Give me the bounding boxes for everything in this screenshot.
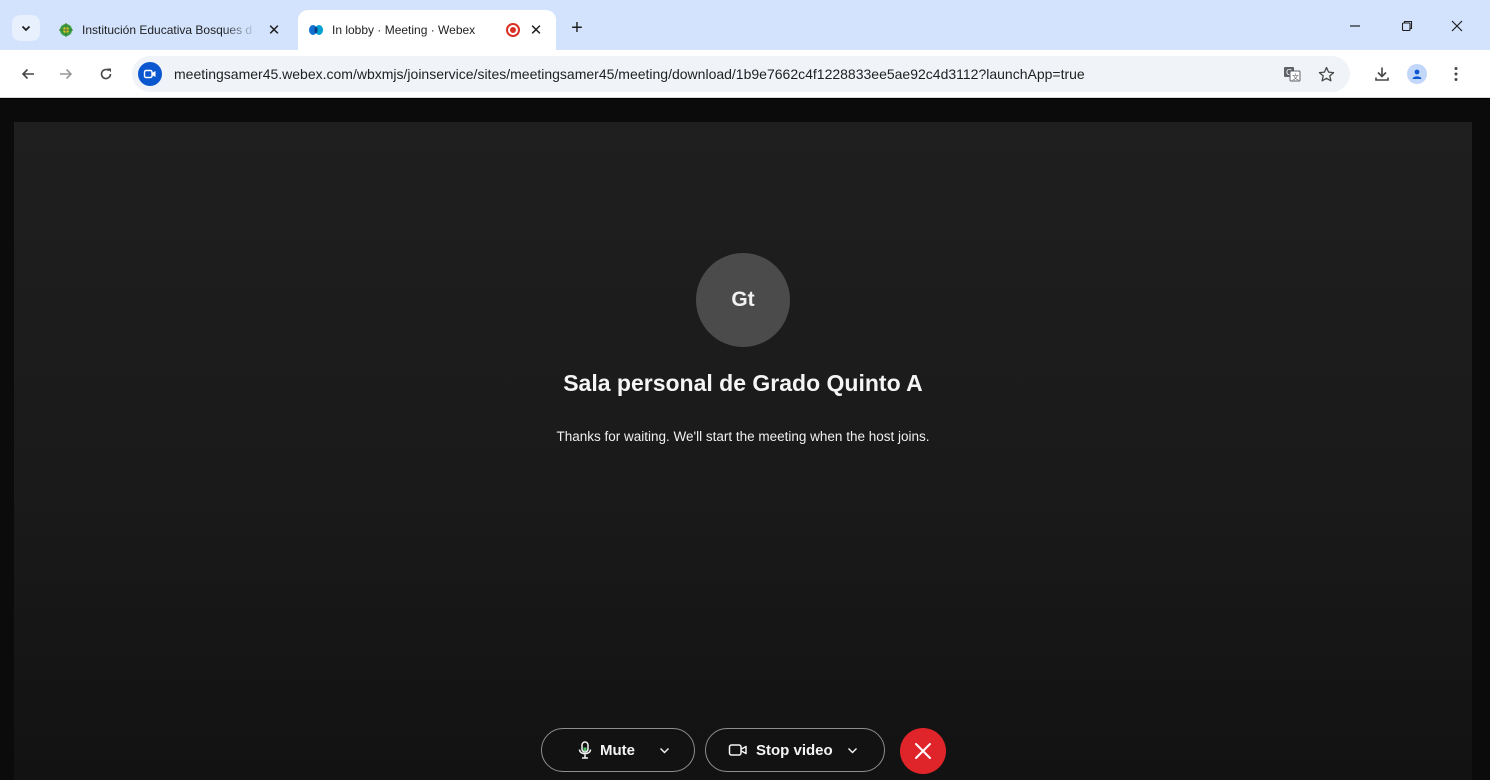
browser-toolbar: meetingsamer45.webex.com/wbxmjs/joinserv… <box>0 50 1490 98</box>
close-tab-icon[interactable]: ✕ <box>264 20 284 40</box>
close-tab-icon[interactable]: ✕ <box>526 20 546 40</box>
video-stage <box>14 122 1472 780</box>
stop-video-button[interactable]: Stop video <box>705 728 885 772</box>
address-bar[interactable]: meetingsamer45.webex.com/wbxmjs/joinserv… <box>132 56 1350 92</box>
chevron-down-icon[interactable] <box>659 745 670 756</box>
chevron-down-icon[interactable] <box>847 745 858 756</box>
leave-meeting-button[interactable] <box>900 728 946 774</box>
avatar: Gt <box>696 253 790 347</box>
translate-icon[interactable]: G文 <box>1282 64 1302 84</box>
minimize-icon[interactable] <box>1340 14 1370 38</box>
reload-icon[interactable] <box>94 62 118 86</box>
stop-video-label: Stop video <box>756 741 833 759</box>
mute-label: Mute <box>600 741 635 759</box>
webex-icon <box>308 22 324 38</box>
restore-icon[interactable] <box>1392 14 1422 38</box>
bookmark-star-icon[interactable] <box>1316 64 1336 84</box>
tab-strip: Institución Educativa Bosques d ✕ In lob… <box>0 0 1490 50</box>
tab-webex-lobby[interactable]: In lobby · Meeting · Webex ✕ <box>298 10 556 50</box>
mute-button[interactable]: Mute <box>541 728 695 772</box>
tab-search-button[interactable] <box>12 15 40 41</box>
new-tab-button[interactable]: + <box>566 17 588 39</box>
tab-institucion-educativa[interactable]: Institución Educativa Bosques d ✕ <box>48 10 294 50</box>
webex-site-icon[interactable] <box>138 62 162 86</box>
lobby-waiting-message: Thanks for waiting. We'll start the meet… <box>556 429 930 444</box>
more-menu-icon[interactable] <box>1444 62 1468 86</box>
back-arrow-icon[interactable] <box>16 62 40 86</box>
school-crest-icon <box>58 22 74 38</box>
chevron-down-icon <box>21 25 31 32</box>
download-icon[interactable] <box>1370 62 1394 86</box>
recording-indicator-icon <box>506 23 520 37</box>
meeting-room-title: Sala personal de Grado Quinto A <box>563 370 923 396</box>
url-text: meetingsamer45.webex.com/wbxmjs/joinserv… <box>174 66 1085 82</box>
close-icon <box>915 743 931 759</box>
tab-title: In lobby · Meeting · Webex <box>332 23 476 37</box>
microphone-icon <box>578 741 592 759</box>
video-camera-icon <box>728 742 748 758</box>
svg-text:文: 文 <box>1292 73 1299 82</box>
close-window-icon[interactable] <box>1442 14 1472 38</box>
tab-title: Institución Educativa Bosques d <box>82 23 253 37</box>
profile-avatar-icon[interactable] <box>1405 62 1429 86</box>
forward-arrow-icon[interactable] <box>54 62 78 86</box>
